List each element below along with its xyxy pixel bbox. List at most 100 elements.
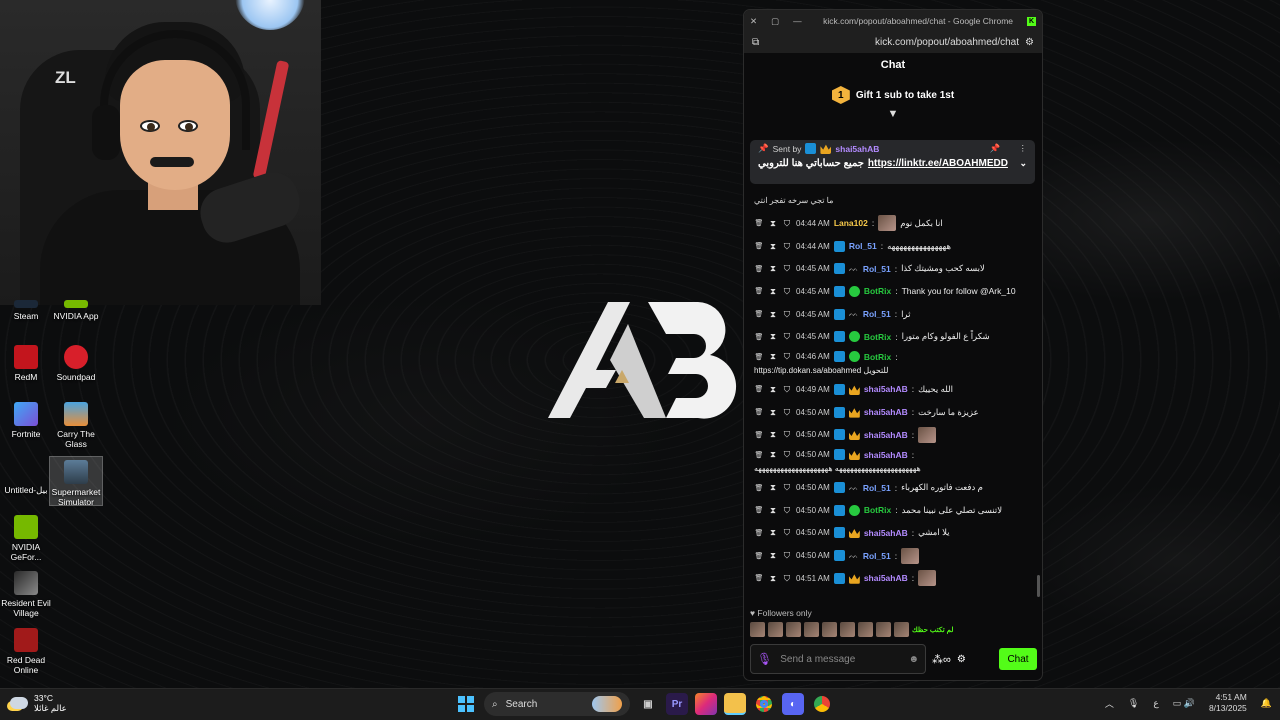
site-settings-icon[interactable]: ⚙ bbox=[1025, 37, 1034, 48]
timeout-icon[interactable]: ⧗ bbox=[768, 331, 778, 342]
gift-sub-banner[interactable]: 1 Gift 1 sub to take 1st bbox=[744, 82, 1042, 108]
microphone-icon[interactable]: 🎙 bbox=[757, 652, 772, 666]
message-username[interactable]: BotRix bbox=[864, 352, 891, 362]
ban-icon[interactable]: ⛉ bbox=[782, 309, 792, 320]
ban-icon[interactable]: ⛉ bbox=[782, 384, 792, 395]
chrome-window-icon[interactable] bbox=[811, 693, 833, 715]
cast-icon[interactable]: ⧉ bbox=[752, 37, 759, 48]
emote-item[interactable] bbox=[786, 622, 801, 637]
desktop-icon-steam[interactable]: Steam bbox=[0, 300, 52, 321]
ban-icon[interactable]: ⛉ bbox=[782, 331, 792, 342]
message-username[interactable]: Lana102 bbox=[834, 218, 868, 228]
delete-icon[interactable]: 🗑 bbox=[754, 333, 764, 341]
message-username[interactable]: BotRix bbox=[864, 286, 891, 296]
channel-points-icon[interactable]: ⁂∞ bbox=[932, 653, 951, 666]
unpin-icon[interactable]: 📌 bbox=[990, 143, 1001, 154]
filter-icon[interactable]: ▼ bbox=[744, 108, 1042, 120]
timeout-icon[interactable]: ⧗ bbox=[768, 241, 778, 252]
emote-item[interactable] bbox=[894, 622, 909, 637]
timeout-icon[interactable]: ⧗ bbox=[768, 482, 778, 493]
ban-icon[interactable]: ⛉ bbox=[782, 218, 792, 229]
chat-message-list[interactable]: ما تجي سرخه تفجر انتي 🗑 ⧗ ⛉ 04:44 AM Lana102… bbox=[744, 194, 1040, 602]
weather-widget[interactable]: 33°C عالم غائلا bbox=[10, 693, 67, 713]
message-username[interactable]: Rol_51 bbox=[863, 309, 891, 319]
ban-icon[interactable]: ⛉ bbox=[782, 550, 792, 561]
delete-icon[interactable]: 🗑 bbox=[754, 287, 764, 295]
delete-icon[interactable]: 🗑 bbox=[754, 431, 764, 439]
ban-icon[interactable]: ⛉ bbox=[782, 429, 792, 440]
input-language[interactable]: ع bbox=[1153, 698, 1158, 709]
notification-bell-icon[interactable]: 🔔 bbox=[1261, 698, 1272, 709]
delete-icon[interactable]: 🗑 bbox=[754, 552, 764, 560]
desktop-icon-nvidia-app[interactable]: NVIDIA App bbox=[50, 300, 102, 321]
desktop-icon-redm[interactable]: RedM bbox=[0, 345, 52, 382]
delete-icon[interactable]: 🗑 bbox=[754, 219, 764, 227]
timeout-icon[interactable]: ⧗ bbox=[768, 263, 778, 274]
timeout-icon[interactable]: ⧗ bbox=[768, 527, 778, 538]
start-button[interactable] bbox=[455, 693, 477, 715]
clock[interactable]: 4:51 AM 8/13/2025 bbox=[1209, 692, 1247, 714]
ban-icon[interactable]: ⛉ bbox=[782, 241, 792, 252]
pinned-link[interactable]: https://linktr.ee/ABOAHMEDD bbox=[868, 158, 1008, 169]
instagram-icon[interactable] bbox=[695, 693, 717, 715]
emote-item[interactable] bbox=[876, 622, 891, 637]
delete-icon[interactable]: 🗑 bbox=[754, 529, 764, 537]
desktop-icon-untitled[interactable]: Untitled-بيل bbox=[0, 472, 52, 495]
chat-scrollbar[interactable] bbox=[1037, 575, 1040, 597]
delete-icon[interactable]: 🗑 bbox=[754, 310, 764, 318]
timeout-icon[interactable]: ⧗ bbox=[768, 505, 778, 516]
timeout-icon[interactable]: ⧗ bbox=[768, 573, 778, 584]
taskbar-search[interactable]: ⌕ Search bbox=[484, 692, 630, 716]
emote-item[interactable] bbox=[804, 622, 819, 637]
message-username[interactable]: shai5ahAB bbox=[864, 573, 908, 583]
message-username[interactable]: shai5ahAB bbox=[864, 407, 908, 417]
file-explorer-icon[interactable] bbox=[724, 693, 746, 715]
task-view-icon[interactable]: ▣ bbox=[637, 693, 659, 715]
desktop-icon-carry-the-glass[interactable]: Carry The Glass bbox=[50, 402, 102, 449]
message-username[interactable]: Rol_51 bbox=[849, 241, 877, 251]
timeout-icon[interactable]: ⧗ bbox=[768, 309, 778, 320]
timeout-icon[interactable]: ⧗ bbox=[768, 550, 778, 561]
desktop-icon-resident-evil-village[interactable]: Resident Evil Village bbox=[0, 571, 52, 618]
message-username[interactable]: Rol_51 bbox=[863, 551, 891, 561]
delete-icon[interactable]: 🗑 bbox=[754, 385, 764, 393]
timeout-icon[interactable]: ⧗ bbox=[768, 218, 778, 229]
ban-icon[interactable]: ⛉ bbox=[782, 263, 792, 274]
delete-icon[interactable]: 🗑 bbox=[754, 484, 764, 492]
chrome-icon[interactable] bbox=[753, 693, 775, 715]
delete-icon[interactable]: 🗑 bbox=[754, 451, 764, 459]
message-username[interactable]: Rol_51 bbox=[863, 483, 891, 493]
discord-icon[interactable]: ◐ bbox=[782, 693, 804, 715]
pinned-user[interactable]: shai5ahAB bbox=[835, 144, 879, 154]
message-username[interactable]: BotRix bbox=[864, 505, 891, 515]
chat-send-button[interactable]: Chat bbox=[999, 648, 1037, 670]
ban-icon[interactable]: ⛉ bbox=[782, 573, 792, 584]
delete-icon[interactable]: 🗑 bbox=[754, 265, 764, 273]
emote-item[interactable] bbox=[750, 622, 765, 637]
delete-icon[interactable]: 🗑 bbox=[754, 506, 764, 514]
ban-icon[interactable]: ⛉ bbox=[782, 482, 792, 493]
close-window-icon[interactable]: ✕ bbox=[750, 16, 757, 27]
microphone-tray-icon[interactable]: 🎙 bbox=[1128, 698, 1139, 709]
emote-item[interactable] bbox=[858, 622, 873, 637]
url-text[interactable]: kick.com/popout/aboahmed/chat bbox=[765, 37, 1019, 48]
delete-icon[interactable]: 🗑 bbox=[754, 353, 764, 361]
ban-icon[interactable]: ⛉ bbox=[782, 527, 792, 538]
ban-icon[interactable]: ⛉ bbox=[782, 351, 792, 362]
desktop-icon-soundpad[interactable]: Soundpad bbox=[50, 345, 102, 382]
emote-item[interactable] bbox=[822, 622, 837, 637]
timeout-icon[interactable]: ⧗ bbox=[768, 407, 778, 418]
desktop-icon-nvidia-geforce[interactable]: NVIDIA GeFor... bbox=[0, 515, 52, 562]
desktop-icon-red-dead-online[interactable]: Red Dead Online bbox=[0, 628, 52, 675]
ban-icon[interactable]: ⛉ bbox=[782, 449, 792, 460]
settings-gear-icon[interactable]: ⚙ bbox=[957, 654, 966, 665]
delete-icon[interactable]: 🗑 bbox=[754, 408, 764, 416]
ban-icon[interactable]: ⛉ bbox=[782, 505, 792, 516]
delete-icon[interactable]: 🗑 bbox=[754, 574, 764, 582]
address-bar[interactable]: ⧉ kick.com/popout/aboahmed/chat ⚙ bbox=[744, 32, 1042, 53]
desktop-icon-fortnite[interactable]: Fortnite bbox=[0, 402, 52, 439]
timeout-icon[interactable]: ⧗ bbox=[768, 429, 778, 440]
timeout-icon[interactable]: ⧗ bbox=[768, 449, 778, 460]
message-input[interactable]: 🎙 Send a message ☻ bbox=[750, 644, 926, 674]
delete-icon[interactable]: 🗑 bbox=[754, 242, 764, 250]
